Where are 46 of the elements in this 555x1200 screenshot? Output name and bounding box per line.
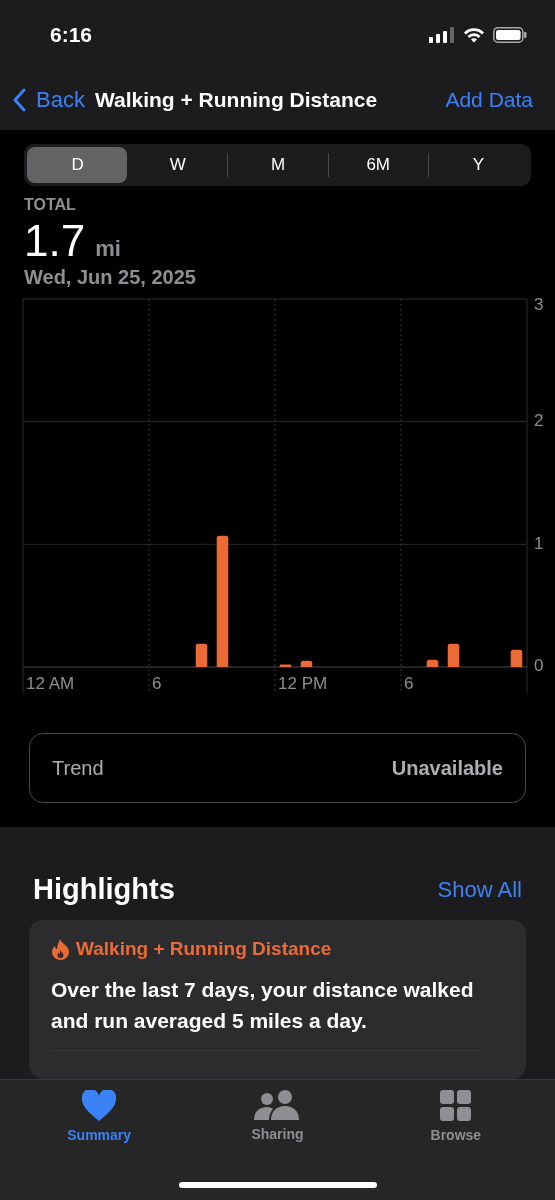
bar	[195, 643, 208, 667]
range-segment[interactable]: D	[27, 147, 128, 183]
show-all-link[interactable]: Show All	[437, 876, 522, 903]
bar	[510, 649, 523, 667]
total-value: 1.7	[24, 216, 86, 266]
flame-icon	[51, 938, 70, 960]
highlight-text: Over the last 7 days, your distance walked and run averaged 5 miles a day.	[51, 974, 480, 1051]
range-segment[interactable]: 6M	[327, 153, 428, 177]
back-link[interactable]: Back	[12, 87, 85, 113]
wifi-icon	[463, 27, 485, 43]
page-title: Walking + Running Distance	[94, 88, 379, 112]
bar	[300, 660, 313, 667]
tab-item[interactable]: Summary	[39, 1090, 160, 1143]
bar	[426, 659, 439, 667]
date-label: Wed, Jun 25, 2025	[24, 266, 197, 289]
axis-label: 12 AM	[26, 674, 75, 693]
axis-label: 1	[534, 533, 544, 553]
unit-label: mi	[95, 236, 121, 262]
tab-item[interactable]: Sharing	[217, 1090, 338, 1143]
axis-label: 2	[534, 411, 544, 431]
section-title: Highlights	[33, 873, 175, 906]
add-data-link[interactable]: Add Data	[445, 88, 533, 112]
bar	[447, 643, 460, 667]
status-time: 6:16	[50, 23, 93, 47]
people-icon	[254, 1090, 301, 1120]
total-label: TOTAL	[24, 196, 77, 214]
highlight-card[interactable]: Walking + Running Distance Over the last 7 days, your distance walked and run averaged 5 miles a day.	[29, 920, 526, 1079]
signal-icon	[429, 27, 455, 43]
grid-icon	[440, 1090, 472, 1121]
bar	[279, 664, 292, 667]
axis-label: 3	[534, 295, 544, 315]
trend-label: Trend	[52, 756, 104, 780]
range-segment[interactable]: W	[127, 147, 228, 183]
tab-item[interactable]: Browse	[395, 1090, 516, 1143]
trend-row[interactable]: Trend Unavailable	[29, 733, 526, 803]
card-category: Walking + Running Distance	[76, 938, 332, 960]
heart-icon	[82, 1090, 117, 1121]
axis-label: 6	[404, 674, 414, 693]
axis-label: 0	[534, 656, 544, 676]
back-chevron-icon	[12, 88, 26, 112]
range-segment[interactable]: Y	[427, 153, 528, 177]
trend-value: Unavailable	[391, 756, 503, 780]
battery-icon	[493, 27, 527, 43]
range-segment[interactable]: M	[227, 153, 328, 177]
axis-label: 6	[152, 674, 162, 693]
axis-label: 12 PM	[278, 674, 328, 693]
